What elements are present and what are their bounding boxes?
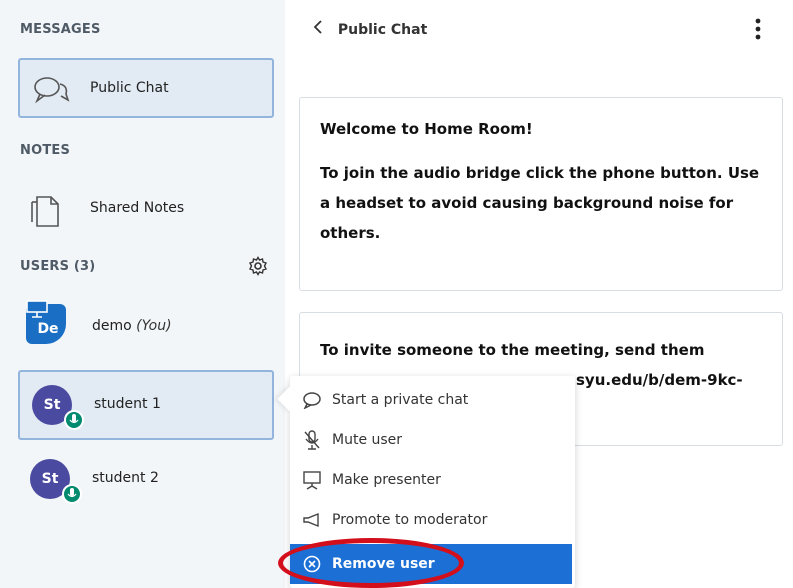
chat-bubbles-icon (32, 74, 72, 108)
microphone-icon (62, 484, 82, 504)
user-name: demo (You) (92, 318, 172, 334)
users-section-title: USERS (3) (20, 259, 96, 274)
user-name-text: demo (92, 318, 132, 334)
sidebar: MESSAGES Public Chat NOTES Shared Notes … (0, 0, 285, 588)
welcome-line: Welcome to Home Room! (320, 120, 533, 138)
chat-title: Public Chat (337, 22, 428, 38)
user-item-student-1[interactable]: St student 1 (18, 370, 274, 440)
menu-item-promote-to-moderator[interactable]: Promote to moderator (290, 500, 575, 540)
user-item-demo[interactable]: De demo (You) (18, 294, 274, 364)
user-item-student-2[interactable]: St student 2 (18, 446, 274, 516)
public-chat-label: Public Chat (90, 80, 169, 96)
you-suffix: (You) (136, 318, 172, 334)
avatar-initials: De (37, 321, 59, 337)
invite-line-1: To invite someone to the meeting, send t… (320, 341, 705, 359)
mic-mute-icon (300, 430, 324, 450)
menu-item-start-private-chat[interactable]: Start a private chat (290, 380, 575, 420)
messages-section-title: MESSAGES (20, 22, 101, 37)
notes-section-title: NOTES (20, 143, 71, 158)
more-options-icon[interactable] (755, 18, 761, 45)
avatar-initials: St (41, 471, 59, 487)
gear-icon[interactable] (248, 256, 268, 280)
megaphone-icon (300, 510, 324, 530)
sidebar-item-public-chat[interactable]: Public Chat (18, 58, 274, 118)
user-name: student 1 (94, 396, 161, 412)
audio-instructions: To join the audio bridge click the phone… (320, 164, 760, 242)
welcome-message-card: Welcome to Home Room! To join the audio … (299, 97, 783, 291)
chat-bubble-icon (300, 390, 324, 410)
presentation-icon (300, 470, 324, 490)
presenter-icon (26, 300, 48, 322)
menu-item-make-presenter[interactable]: Make presenter (290, 460, 575, 500)
menu-item-label: Mute user (332, 432, 403, 448)
shared-notes-label: Shared Notes (90, 200, 185, 216)
chat-header[interactable]: Public Chat (313, 20, 427, 38)
avatar-initials: St (43, 397, 61, 413)
menu-item-mute-user[interactable]: Mute user (290, 420, 575, 460)
chevron-left-icon[interactable] (313, 20, 323, 38)
document-icon (28, 188, 62, 234)
red-highlight-annotation (278, 538, 464, 588)
microphone-icon (64, 410, 84, 430)
user-name: student 2 (92, 470, 159, 486)
menu-item-label: Promote to moderator (332, 512, 488, 528)
menu-item-label: Make presenter (332, 472, 441, 488)
sidebar-item-shared-notes[interactable]: Shared Notes (18, 180, 274, 240)
menu-item-label: Start a private chat (332, 392, 469, 408)
